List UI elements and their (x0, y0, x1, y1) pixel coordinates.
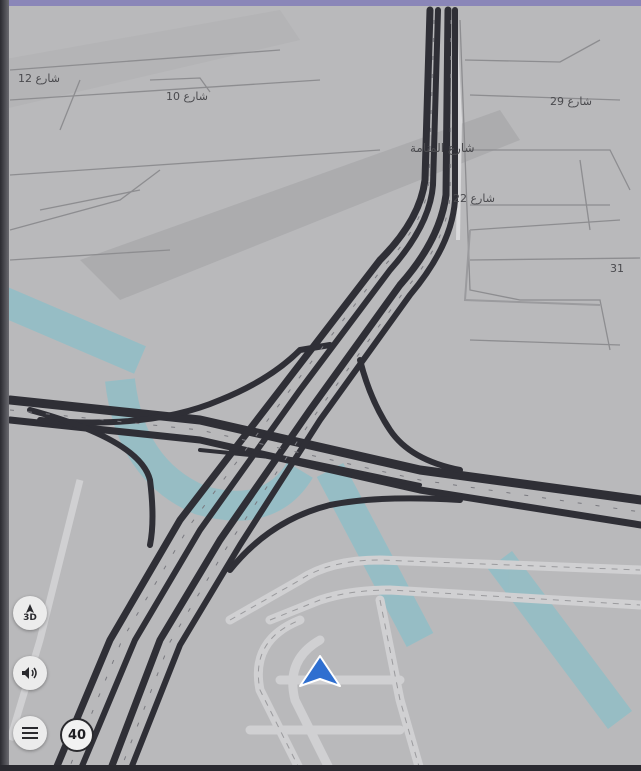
compass-arrow-icon (26, 603, 34, 613)
volume-button[interactable] (13, 656, 47, 690)
street-label-10: شارع 10 (166, 90, 208, 103)
view-mode-button[interactable]: 3D (13, 596, 47, 630)
street-label-12: شارع 12 (18, 72, 60, 85)
screen-bezel-left (0, 0, 9, 771)
map-screen[interactable]: شارع 12 شارع 10 شارع 29 شارع المنامة شار… (0, 0, 641, 771)
street-label-22: شارع 22 (453, 192, 495, 205)
hamburger-menu-icon (22, 727, 38, 739)
highway-network (5, 6, 641, 771)
menu-button[interactable] (13, 716, 47, 750)
top-edge (0, 0, 641, 6)
map-canvas[interactable] (0, 0, 641, 771)
view-mode-label: 3D (23, 612, 37, 623)
street-label-31: 31 (610, 262, 624, 275)
secondary-street-2 (463, 229, 601, 306)
screen-bezel-bottom (0, 765, 641, 771)
street-label-29: شارع 29 (550, 95, 592, 108)
speaker-icon (22, 667, 37, 679)
speed-limit-sign: 40 (60, 718, 94, 752)
street-label-manama: شارع المنامة (410, 141, 475, 155)
